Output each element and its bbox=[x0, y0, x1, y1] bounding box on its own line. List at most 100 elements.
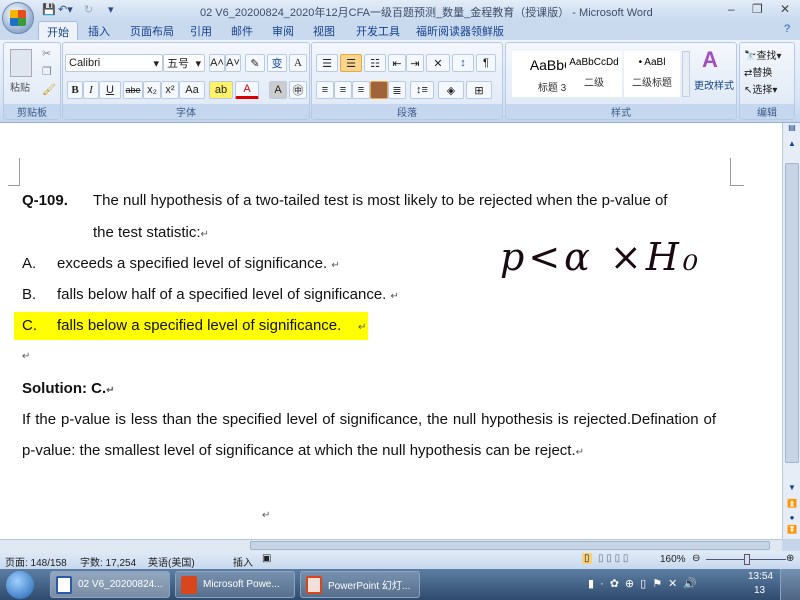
scroll-up-icon[interactable]: ▲ bbox=[785, 139, 799, 148]
paste-button[interactable]: 粘贴 bbox=[10, 79, 30, 94]
vertical-scrollbar[interactable]: ▤ ▲ ▼ ⏫ ● ⏬ bbox=[782, 123, 800, 539]
underline-button[interactable]: U bbox=[99, 81, 121, 99]
undo-icon[interactable]: ↶▾ bbox=[58, 3, 73, 16]
enclose-characters-icon[interactable]: ㊥ bbox=[289, 81, 307, 99]
line-spacing-icon[interactable]: ↕≡ bbox=[410, 81, 434, 99]
font-color-icon[interactable]: A bbox=[235, 81, 259, 99]
full-screen-view-icon[interactable]: ▯ ▯ ▯ ▯ bbox=[598, 553, 628, 564]
show-marks-icon[interactable]: ¶ bbox=[476, 54, 496, 72]
format-painter-icon[interactable]: 🖌 bbox=[42, 83, 56, 96]
minimize-button[interactable]: – bbox=[728, 2, 735, 16]
styles-scroll[interactable] bbox=[682, 51, 690, 97]
select-browse-object-icon[interactable]: ● bbox=[785, 513, 799, 522]
taskbar-item-slideshow[interactable]: PowerPoint 幻灯... bbox=[300, 571, 420, 598]
tab-insert[interactable]: 插入 bbox=[88, 23, 110, 39]
system-tray-icons[interactable]: ▮·✿⊕▯⚑✕🔊 bbox=[588, 577, 703, 590]
grow-font-button[interactable]: A˄ bbox=[209, 54, 225, 72]
vertical-scroll-thumb[interactable] bbox=[785, 163, 799, 463]
clock-date[interactable]: 13 bbox=[754, 585, 765, 596]
tab-view[interactable]: 视图 bbox=[313, 23, 335, 39]
previous-page-icon[interactable]: ⏫ bbox=[785, 499, 799, 508]
shading-icon[interactable]: ◈ bbox=[438, 81, 464, 99]
taskbar-label: Microsoft Powe... bbox=[203, 579, 280, 590]
tab-home[interactable]: 开始 bbox=[38, 21, 78, 42]
sort-icon[interactable]: ↕ bbox=[452, 54, 474, 72]
close-button[interactable]: ✕ bbox=[780, 2, 790, 16]
multilevel-list-icon[interactable]: ☷ bbox=[364, 54, 386, 72]
document-page[interactable]: Q-109. The null hypothesis of a two-tail… bbox=[0, 123, 782, 539]
font-name-select[interactable]: Calibri ▾ bbox=[65, 54, 163, 72]
distributed-icon[interactable]: ≣ bbox=[388, 81, 406, 99]
ruler-toggle-icon[interactable]: ▤ bbox=[785, 123, 799, 137]
taskbar-item-powerpoint[interactable]: Microsoft Powe... bbox=[175, 571, 295, 598]
redo-icon[interactable]: ↻ bbox=[84, 3, 93, 16]
zoom-out-icon[interactable]: ⊖ bbox=[692, 553, 700, 564]
bullets-icon[interactable]: ☰ bbox=[316, 54, 338, 72]
subscript-button[interactable]: x₂ bbox=[143, 81, 161, 99]
zoom-in-icon[interactable]: ⊕ bbox=[786, 553, 794, 564]
superscript-button[interactable]: x² bbox=[161, 81, 179, 99]
tab-review[interactable]: 审阅 bbox=[272, 23, 294, 39]
tab-developer[interactable]: 开发工具 bbox=[356, 23, 400, 39]
clipboard-group-label: 剪贴板 bbox=[4, 104, 60, 119]
align-center-icon[interactable]: ≡ bbox=[334, 81, 352, 99]
cut-icon[interactable]: ✂ bbox=[42, 47, 51, 60]
highlight-color-icon[interactable]: ab bbox=[209, 81, 233, 99]
tab-foxit-reader[interactable]: 福昕阅读器领鲜版 bbox=[416, 23, 504, 39]
change-styles-button[interactable]: 更改样式 bbox=[694, 77, 734, 92]
font-size-select[interactable]: 五号 ▾ bbox=[163, 54, 205, 72]
strikethrough-button[interactable]: abe bbox=[123, 81, 143, 99]
copy-icon[interactable]: ❐ bbox=[42, 65, 52, 78]
phonetic-guide-button[interactable]: 变 bbox=[267, 54, 287, 72]
character-shading-icon[interactable]: A bbox=[269, 81, 287, 99]
horizontal-scroll-thumb[interactable] bbox=[250, 541, 770, 550]
find-button[interactable]: 🔭查找▾ bbox=[744, 47, 781, 62]
print-layout-view-icon[interactable]: ▯ bbox=[582, 553, 592, 564]
word-count[interactable]: 字数: 17,254 bbox=[80, 554, 136, 569]
start-button[interactable] bbox=[6, 571, 34, 599]
italic-button[interactable]: I bbox=[83, 81, 99, 99]
restore-button[interactable]: ❐ bbox=[752, 2, 763, 16]
tab-page-layout[interactable]: 页面布局 bbox=[130, 23, 174, 39]
align-right-icon[interactable]: ≡ bbox=[352, 81, 370, 99]
macro-record-icon[interactable]: ▣ bbox=[262, 553, 271, 564]
help-icon[interactable]: ? bbox=[784, 23, 790, 35]
style-level2[interactable]: AaBbCcDd 二级 bbox=[566, 51, 622, 97]
style-level2-heading[interactable]: • AaBl 二级标题 bbox=[624, 51, 680, 97]
zoom-level[interactable]: 160% bbox=[660, 554, 686, 565]
show-desktop-button[interactable] bbox=[780, 569, 800, 600]
clear-format-icon[interactable]: ✎ bbox=[245, 54, 265, 72]
character-border-button[interactable]: A bbox=[289, 54, 307, 72]
change-styles-icon[interactable]: A bbox=[702, 47, 718, 73]
language[interactable]: 英语(美国) bbox=[148, 554, 195, 569]
decrease-indent-icon[interactable]: ⇤ bbox=[388, 54, 406, 72]
editing-group-label: 编辑 bbox=[740, 104, 794, 119]
select-button[interactable]: ↖选择▾ bbox=[744, 81, 777, 96]
bold-button[interactable]: B bbox=[67, 81, 83, 99]
font-name-value: Calibri bbox=[69, 57, 101, 69]
align-left-icon[interactable]: ≡ bbox=[316, 81, 334, 99]
customize-quick-access-icon[interactable]: ▾ bbox=[108, 3, 114, 16]
paste-icon[interactable] bbox=[10, 49, 32, 77]
change-case-button[interactable]: Aa bbox=[179, 81, 205, 99]
horizontal-scrollbar[interactable] bbox=[0, 539, 782, 551]
justify-icon[interactable] bbox=[370, 81, 388, 99]
shrink-font-button[interactable]: A˅ bbox=[225, 54, 241, 72]
increase-indent-icon[interactable]: ⇥ bbox=[406, 54, 424, 72]
scroll-down-icon[interactable]: ▼ bbox=[785, 483, 799, 492]
page-count[interactable]: 页面: 148/158 bbox=[5, 554, 67, 569]
office-button[interactable] bbox=[2, 2, 34, 34]
question-text-line2: the test statistic:↵ bbox=[93, 224, 209, 241]
save-icon[interactable]: 💾 bbox=[42, 3, 56, 16]
replace-button[interactable]: ⇄替换 bbox=[744, 64, 772, 79]
insert-mode[interactable]: 插入 bbox=[233, 554, 253, 569]
clock-time[interactable]: 13:54 bbox=[748, 571, 773, 582]
numbering-icon[interactable]: ☰ bbox=[340, 54, 362, 72]
chinese-layout-icon[interactable]: ✕ bbox=[426, 54, 450, 72]
tab-references[interactable]: 引用 bbox=[190, 23, 212, 39]
borders-icon[interactable]: ⊞ bbox=[466, 81, 492, 99]
tab-mailings[interactable]: 邮件 bbox=[231, 23, 253, 39]
zoom-slider-thumb[interactable] bbox=[744, 554, 750, 565]
taskbar-item-word[interactable]: 02 V6_20200824... bbox=[50, 571, 170, 598]
next-page-icon[interactable]: ⏬ bbox=[785, 525, 799, 534]
